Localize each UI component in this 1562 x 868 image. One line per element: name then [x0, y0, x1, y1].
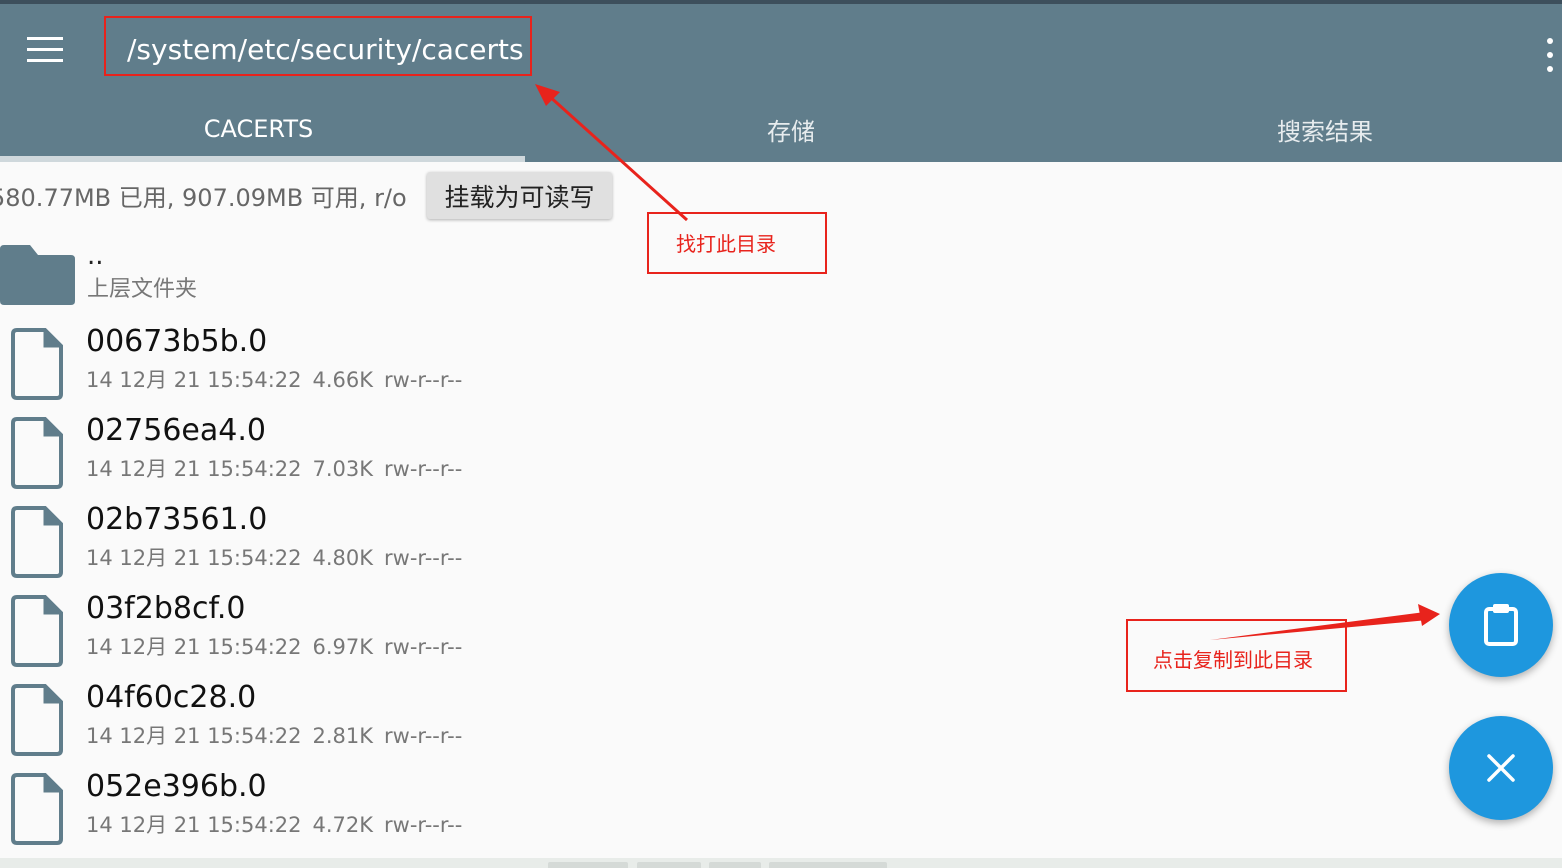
- find-dir-label: 找打此目录: [676, 232, 776, 256]
- file-size: 4.72K: [312, 813, 374, 837]
- file-date: 14 12月 21 15:54:22: [86, 368, 302, 392]
- file-meta: 14 12月 21 15:54:22 4.72K rw-r--r--: [86, 810, 473, 840]
- file-permissions: rw-r--r--: [384, 368, 463, 392]
- file-icon: [11, 506, 63, 578]
- file-meta: 14 12月 21 15:54:22 6.97K rw-r--r--: [86, 632, 473, 662]
- file-permissions: rw-r--r--: [384, 813, 463, 837]
- tab-cacerts[interactable]: CACERTS: [0, 100, 517, 158]
- file-name: 03f2b8cf.0: [86, 591, 246, 626]
- file-row[interactable]: 052e396b.0 14 12月 21 15:54:22 4.72K rw-r--…: [0, 769, 900, 862]
- path-highlight-box: [104, 16, 532, 76]
- tab-storage[interactable]: 存储: [530, 100, 1052, 158]
- file-row[interactable]: 02756ea4.0 14 12月 21 15:54:22 7.03K rw-r--…: [0, 413, 900, 506]
- file-icon: [11, 328, 63, 400]
- file-size: 4.80K: [312, 546, 374, 570]
- file-size: 7.03K: [312, 457, 374, 481]
- active-tab-indicator: [0, 156, 525, 162]
- file-size: 4.66K: [312, 368, 374, 392]
- file-name: 02b73561.0: [86, 502, 268, 537]
- close-fab-button[interactable]: [1449, 716, 1553, 820]
- file-name: 052e396b.0: [86, 769, 267, 804]
- file-date: 14 12月 21 15:54:22: [86, 546, 302, 570]
- file-name: 00673b5b.0: [86, 324, 268, 359]
- bottom-strip: [0, 858, 1562, 868]
- file-icon: [11, 417, 63, 489]
- mount-rw-button[interactable]: 挂载为可读写: [427, 172, 612, 219]
- file-icon: [11, 595, 63, 667]
- parent-folder-label: 上层文件夹: [87, 277, 198, 302]
- file-permissions: rw-r--r--: [384, 546, 463, 570]
- file-size: 2.81K: [312, 724, 374, 748]
- file-permissions: rw-r--r--: [384, 724, 463, 748]
- paste-fab-button[interactable]: [1449, 573, 1553, 677]
- file-date: 14 12月 21 15:54:22: [86, 724, 302, 748]
- file-date: 14 12月 21 15:54:22: [86, 813, 302, 837]
- folder-icon: [0, 245, 75, 305]
- file-meta: 14 12月 21 15:54:22 4.66K rw-r--r--: [86, 365, 473, 395]
- parent-folder-row[interactable]: .. 上层文件夹: [0, 240, 700, 310]
- file-permissions: rw-r--r--: [384, 457, 463, 481]
- file-icon: [11, 773, 63, 845]
- file-row[interactable]: 03f2b8cf.0 14 12月 21 15:54:22 6.97K rw-r--…: [0, 591, 900, 684]
- file-icon: [11, 684, 63, 756]
- file-date: 14 12月 21 15:54:22: [86, 635, 302, 659]
- file-meta: 14 12月 21 15:54:22 2.81K rw-r--r--: [86, 721, 473, 751]
- file-meta: 14 12月 21 15:54:22 7.03K rw-r--r--: [86, 454, 473, 484]
- copy-here-label: 点击复制到此目录: [1153, 648, 1313, 672]
- file-name: 04f60c28.0: [86, 680, 257, 715]
- file-meta: 14 12月 21 15:54:22 4.80K rw-r--r--: [86, 543, 473, 573]
- close-icon: [1487, 754, 1515, 782]
- file-date: 14 12月 21 15:54:22: [86, 457, 302, 481]
- file-row[interactable]: 00673b5b.0 14 12月 21 15:54:22 4.66K rw-r--…: [0, 324, 900, 417]
- storage-info: 580.77MB 已用, 907.09MB 可用, r/o: [0, 184, 407, 212]
- file-row[interactable]: 02b73561.0 14 12月 21 15:54:22 4.80K rw-r--…: [0, 502, 900, 595]
- file-row[interactable]: 04f60c28.0 14 12月 21 15:54:22 2.81K rw-r--…: [0, 680, 900, 773]
- clipboard-icon: [1484, 604, 1518, 646]
- more-options-icon[interactable]: [1546, 38, 1554, 72]
- tab-search-results[interactable]: 搜索结果: [1065, 100, 1562, 158]
- hamburger-menu-icon[interactable]: [27, 37, 63, 63]
- file-size: 6.97K: [312, 635, 374, 659]
- file-name: 02756ea4.0: [86, 413, 266, 448]
- file-permissions: rw-r--r--: [384, 635, 463, 659]
- parent-folder-name: ..: [87, 241, 104, 271]
